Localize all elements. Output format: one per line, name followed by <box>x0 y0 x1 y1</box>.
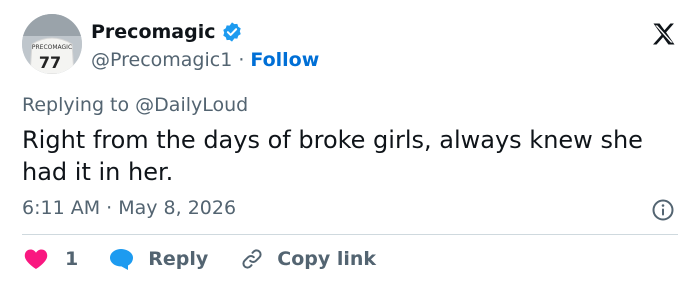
divider <box>22 234 678 235</box>
avatar-jersey-text: PRECOMAGIC <box>32 44 72 51</box>
like-button[interactable]: 1 <box>24 246 78 272</box>
like-count: 1 <box>65 248 79 270</box>
replying-to-mention[interactable]: @DailyLoud <box>135 94 248 116</box>
separator-dot: · <box>238 49 245 71</box>
heart-icon <box>24 249 48 269</box>
avatar-jersey-number: 77 <box>39 53 61 72</box>
tweet-text: Right from the days of broke girls, alwa… <box>22 126 643 186</box>
reply-button[interactable]: Reply <box>108 246 208 272</box>
replying-to-prefix: Replying to <box>22 94 130 116</box>
replying-to-line: Replying to @DailyLoud <box>22 93 248 117</box>
copy-link-button[interactable]: Copy link <box>239 246 376 272</box>
x-logo-icon[interactable] <box>650 20 678 48</box>
author-handle[interactable]: @Precomagic1 <box>91 47 232 73</box>
follow-button[interactable]: Follow <box>250 47 319 73</box>
reply-label: Reply <box>148 248 209 270</box>
speech-bubble-icon <box>110 249 134 270</box>
tweet-timestamp[interactable]: 6:11 AM · May 8, 2026 <box>22 196 236 220</box>
author-display-name[interactable]: Precomagic <box>91 20 216 44</box>
copy-link-label: Copy link <box>277 248 377 270</box>
avatar[interactable]: PRECOMAGIC 77 <box>22 14 82 74</box>
link-icon <box>242 249 262 269</box>
verified-badge-icon <box>222 22 241 42</box>
info-icon[interactable] <box>651 198 675 222</box>
